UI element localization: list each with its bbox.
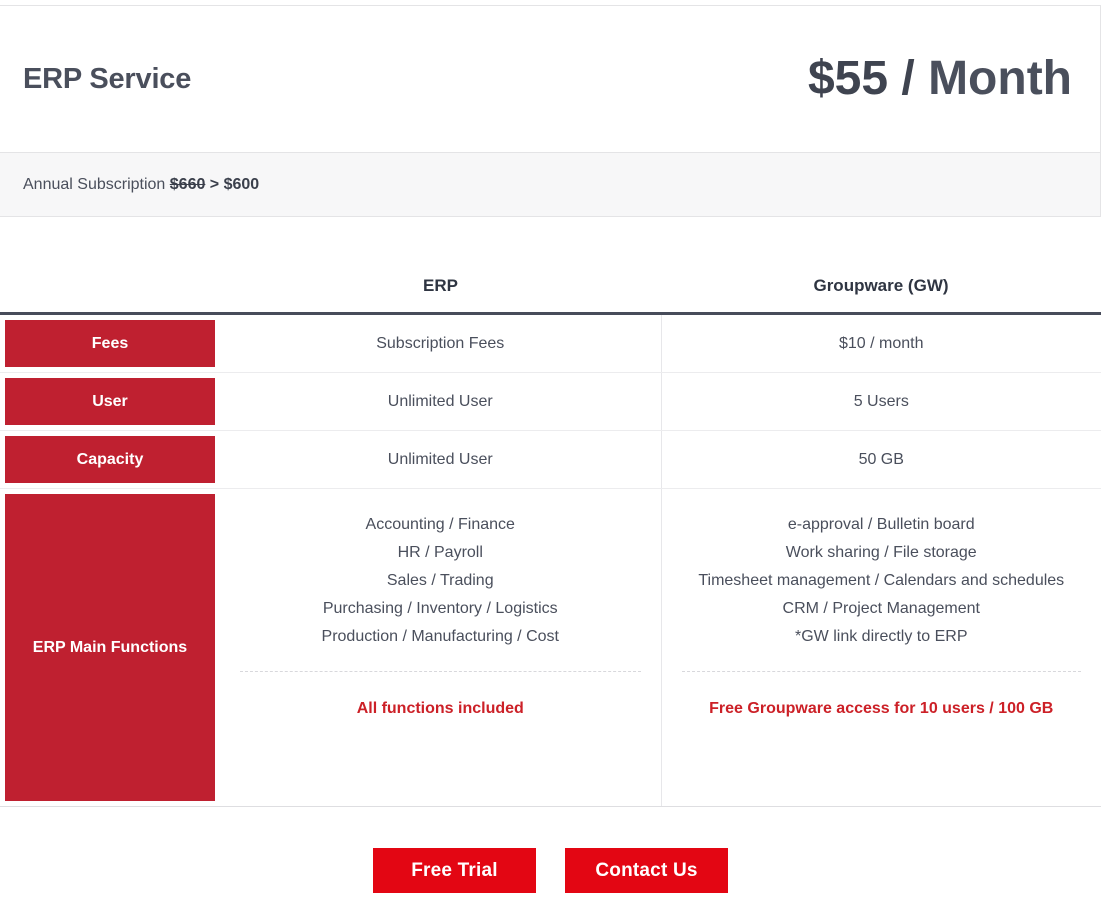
contact-us-button[interactable]: Contact Us	[565, 848, 728, 893]
cell-gw-fees: $10 / month	[660, 313, 1101, 373]
cell-gw-functions: e-approval / Bulletin board Work sharing…	[660, 488, 1101, 807]
list-item: Sales / Trading	[386, 572, 494, 589]
annual-label: Annual Subscription	[23, 175, 170, 193]
gw-function-list: e-approval / Bulletin board Work sharing…	[678, 511, 1086, 651]
cell-gw-capacity: 50 GB	[660, 430, 1101, 489]
annual-subscription-band: Annual Subscription $660 > $600	[0, 152, 1101, 217]
price-amount: $55	[807, 52, 889, 105]
row-label-user: User	[5, 378, 215, 425]
list-item: HR / Payroll	[397, 544, 483, 561]
annual-arrow: >	[205, 175, 224, 193]
price-display: $55 / Month	[808, 55, 1100, 103]
list-item: *GW link directly to ERP	[795, 628, 968, 645]
erp-functions-note: All functions included	[356, 700, 524, 717]
table-row: ERP Main Functions Accounting / Finance …	[0, 488, 1101, 807]
erp-function-list: Accounting / Finance HR / Payroll Sales …	[236, 511, 645, 651]
list-item: Production / Manufacturing / Cost	[321, 628, 559, 645]
erp-functions-divider	[240, 671, 641, 672]
row-label-functions-cell: ERP Main Functions	[0, 488, 220, 807]
comparison-table-wrapper: ERP Groupware (GW) Fees Subscription Fee…	[0, 262, 1101, 807]
list-item: Timesheet management / Calendars and sch…	[698, 572, 1065, 589]
list-item: CRM / Project Management	[782, 600, 980, 617]
row-label-user-cell: User	[0, 372, 220, 431]
annual-old-price: $660	[169, 175, 206, 193]
header-blank-cell	[0, 262, 220, 315]
row-label-erp-main-functions: ERP Main Functions	[5, 494, 215, 801]
service-header: ERP Service $55 / Month	[0, 5, 1101, 152]
pricing-page: ERP Service $55 / Month Annual Subscript…	[0, 0, 1108, 898]
row-label-fees: Fees	[5, 320, 215, 367]
cell-erp-user: Unlimited User	[220, 372, 661, 431]
annual-new-price: $600	[223, 175, 260, 193]
cell-gw-user: 5 Users	[660, 372, 1101, 431]
gw-functions-note: Free Groupware access for 10 users / 100…	[709, 700, 1054, 717]
gw-functions-divider	[681, 671, 1081, 672]
table-row: Capacity Unlimited User 50 GB	[0, 430, 1101, 489]
table-row: Fees Subscription Fees $10 / month	[0, 313, 1101, 373]
column-header-erp: ERP	[220, 262, 661, 315]
column-header-groupware: Groupware (GW)	[661, 262, 1101, 315]
price-period: Month	[928, 52, 1072, 105]
row-label-fees-cell: Fees	[0, 313, 220, 373]
list-item: Accounting / Finance	[365, 516, 515, 533]
list-item: Work sharing / File storage	[785, 544, 977, 561]
table-row: User Unlimited User 5 Users	[0, 372, 1101, 431]
row-label-capacity-cell: Capacity	[0, 430, 220, 489]
cell-erp-functions: Accounting / Finance HR / Payroll Sales …	[220, 488, 661, 807]
cta-button-row: Free Trial Contact Us	[0, 848, 1101, 893]
annual-subscription-text: Annual Subscription $660 > $600	[0, 176, 259, 194]
list-item: e-approval / Bulletin board	[787, 516, 975, 533]
page-title: ERP Service	[23, 62, 192, 95]
price-slash: /	[888, 52, 929, 105]
comparison-table: ERP Groupware (GW) Fees Subscription Fee…	[0, 262, 1101, 807]
row-label-capacity: Capacity	[5, 436, 215, 483]
cell-erp-capacity: Unlimited User	[220, 430, 661, 489]
table-header-row: ERP Groupware (GW)	[0, 262, 1101, 315]
cell-erp-fees: Subscription Fees	[220, 313, 661, 373]
free-trial-button[interactable]: Free Trial	[373, 848, 536, 893]
list-item: Purchasing / Inventory / Logistics	[322, 600, 558, 617]
